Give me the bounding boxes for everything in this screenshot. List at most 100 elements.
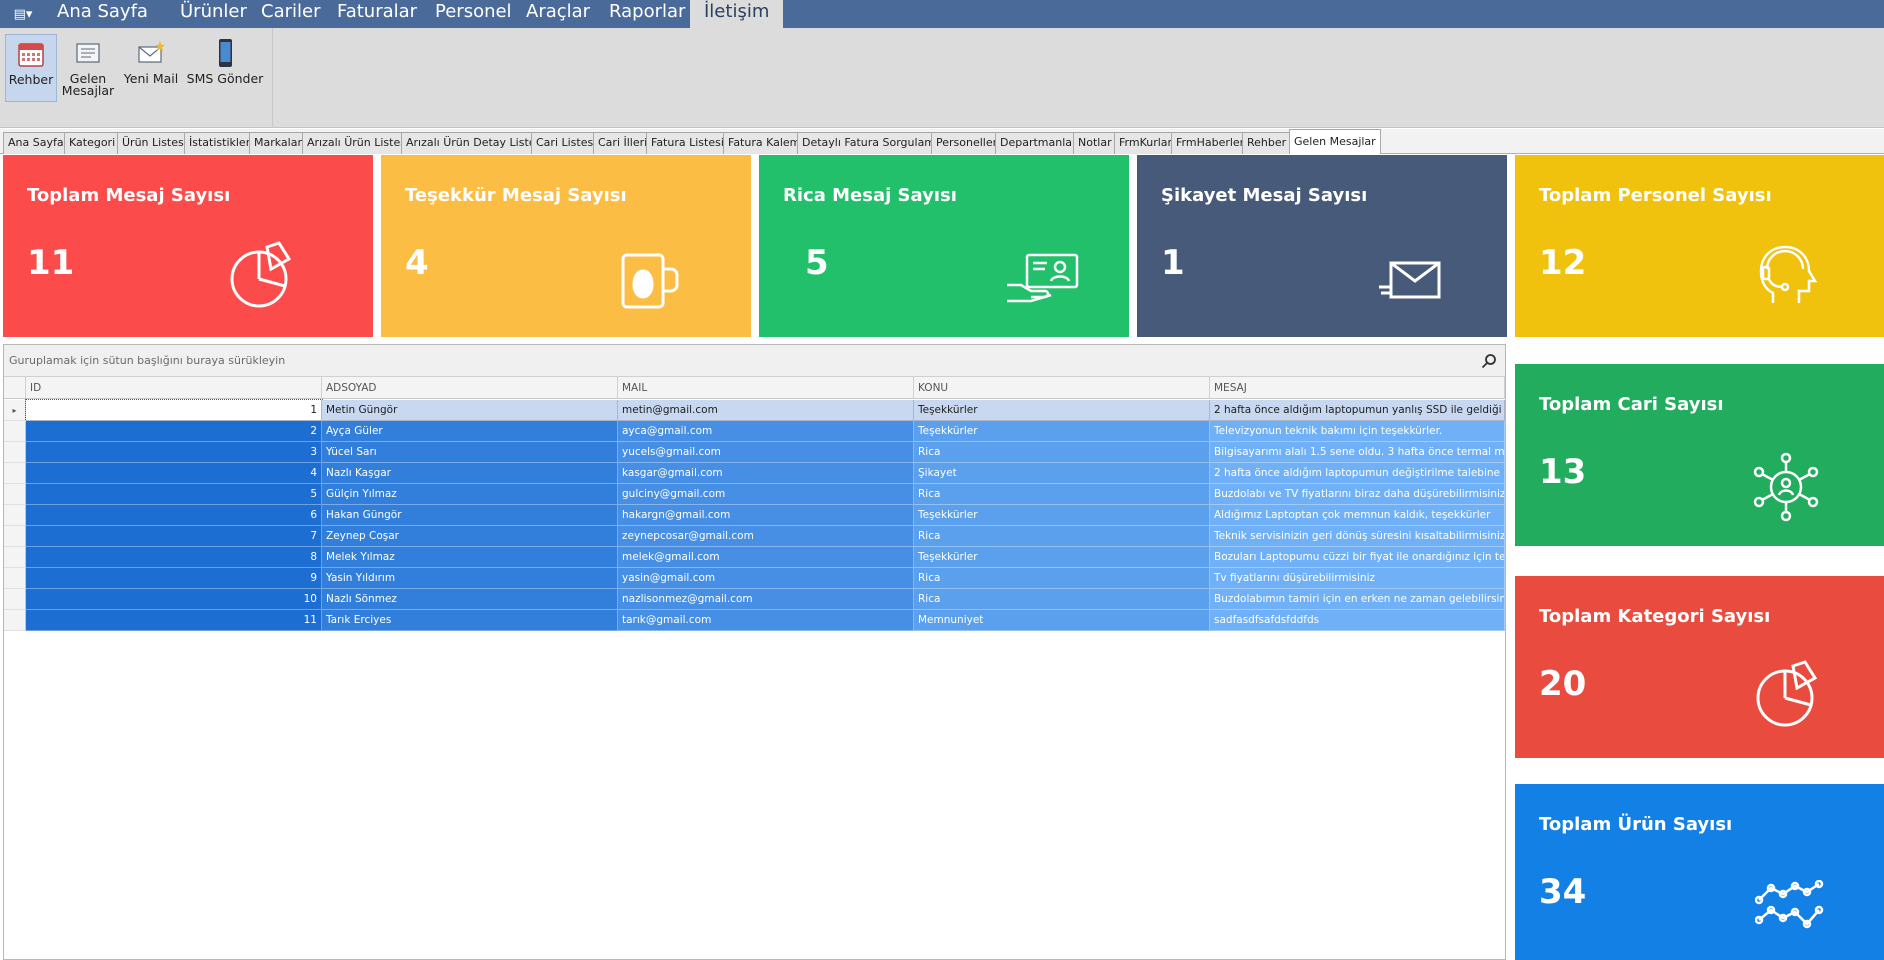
menu-cariler[interactable]: Cariler: [261, 0, 320, 28]
tab-rehber[interactable]: Rehber: [1242, 132, 1292, 154]
cell-konu[interactable]: Rica: [914, 484, 1210, 505]
table-row[interactable]: 11 Tarık Erciyes tarık@gmail.com Memnuniyet…: [4, 610, 1505, 631]
table-row[interactable]: 3 Yücel Sarı yucels@gmail.com Rica Bilgisaya…: [4, 442, 1505, 463]
menu-faturalar[interactable]: Faturalar: [337, 0, 417, 28]
rehber-button[interactable]: Rehber: [5, 34, 57, 102]
row-indicator[interactable]: [4, 568, 26, 589]
menu-iletisim[interactable]: İletişim: [690, 0, 784, 28]
row-indicator[interactable]: ▸: [4, 400, 26, 421]
cell-id[interactable]: 5: [26, 484, 322, 505]
table-row[interactable]: 9 Yasin Yıldırım yasin@gmail.com Rica Tv fiy…: [4, 568, 1505, 589]
cell-adsoyad[interactable]: Melek Yılmaz: [322, 547, 618, 568]
cell-adsoyad[interactable]: Nazlı Kaşgar: [322, 463, 618, 484]
cell-konu[interactable]: Rica: [914, 526, 1210, 547]
cell-adsoyad[interactable]: Hakan Güngör: [322, 505, 618, 526]
table-row[interactable]: 8 Melek Yılmaz melek@gmail.com Teşekkürler B…: [4, 547, 1505, 568]
sms-gonder-button[interactable]: SMS Gönder: [186, 34, 264, 102]
cell-mesaj[interactable]: sadfasdfsafdsfddfds: [1210, 610, 1505, 631]
tab-gelen-mesajlar[interactable]: Gelen Mesajlar: [1289, 129, 1381, 154]
cell-mesaj[interactable]: Televizyonun teknik bakımı için teşekkür…: [1210, 421, 1505, 442]
cell-mesaj[interactable]: Tv fiyatlarını düşürebilirmisiniz: [1210, 568, 1505, 589]
row-indicator[interactable]: [4, 484, 26, 505]
cell-mail[interactable]: zeynepcosar@gmail.com: [618, 526, 914, 547]
table-row[interactable]: 10 Nazlı Sönmez nazlisonmez@gmail.com Rica B…: [4, 589, 1505, 610]
row-indicator[interactable]: [4, 421, 26, 442]
column-header-mesaj[interactable]: MESAJ: [1210, 377, 1505, 399]
cell-mesaj[interactable]: Bozuları Laptopumu cüzzi bir fiyat ile o…: [1210, 547, 1505, 568]
column-header-adsoyad[interactable]: ADSOYAD: [322, 377, 618, 399]
row-indicator[interactable]: [4, 463, 26, 484]
cell-adsoyad[interactable]: Metin Güngör: [322, 400, 618, 421]
column-header-mail[interactable]: MAIL: [618, 377, 914, 399]
cell-adsoyad[interactable]: Ayça Güler: [322, 421, 618, 442]
tab-fatura-kalem[interactable]: Fatura Kalem: [723, 132, 806, 154]
menu-raporlar[interactable]: Raporlar: [609, 0, 685, 28]
tab-arizali-urun-listesi[interactable]: Arızalı Ürün Listesi: [302, 132, 415, 154]
cell-mail[interactable]: gulciny@gmail.com: [618, 484, 914, 505]
cell-konu[interactable]: Rica: [914, 589, 1210, 610]
cell-id[interactable]: 6: [26, 505, 322, 526]
tab-arizali-urun-detay-listesi[interactable]: Arızalı Ürün Detay Listesi: [401, 132, 550, 154]
cell-id[interactable]: 9: [26, 568, 322, 589]
cell-id[interactable]: 8: [26, 547, 322, 568]
row-indicator[interactable]: [4, 505, 26, 526]
cell-mail[interactable]: tarık@gmail.com: [618, 610, 914, 631]
gelen-mesajlar-button[interactable]: Gelen Mesajlar: [60, 34, 116, 102]
tab-notlar[interactable]: Notlar: [1073, 132, 1117, 154]
table-row[interactable]: 4 Nazlı Kaşgar kasgar@gmail.com Şikayet 2 ha…: [4, 463, 1505, 484]
cell-id[interactable]: 1: [25, 399, 323, 422]
cell-adsoyad[interactable]: Tarık Erciyes: [322, 610, 618, 631]
cell-adsoyad[interactable]: Gülçin Yılmaz: [322, 484, 618, 505]
cell-mesaj[interactable]: 2 hafta önce aldığım laptopumun değiştir…: [1210, 463, 1505, 484]
application-menu-button[interactable]: ▤▾: [6, 4, 40, 24]
menu-personel[interactable]: Personel: [435, 0, 512, 28]
cell-mail[interactable]: metin@gmail.com: [618, 400, 914, 421]
cell-adsoyad[interactable]: Yasin Yıldırım: [322, 568, 618, 589]
tab-istatistikler[interactable]: İstatistikler: [184, 132, 256, 154]
cell-adsoyad[interactable]: Zeynep Coşar: [322, 526, 618, 547]
cell-konu[interactable]: Memnuniyet: [914, 610, 1210, 631]
tab-detayli-fatura-sorgulama[interactable]: Detaylı Fatura Sorgulama: [797, 132, 947, 154]
tab-frmkurlar[interactable]: FrmKurlar: [1114, 132, 1178, 154]
cell-mail[interactable]: yucels@gmail.com: [618, 442, 914, 463]
cell-konu[interactable]: Rica: [914, 568, 1210, 589]
table-row[interactable]: 7 Zeynep Coşar zeynepcosar@gmail.com Rica Te…: [4, 526, 1505, 547]
cell-konu[interactable]: Rica: [914, 442, 1210, 463]
cell-mesaj[interactable]: Bilgisayarımı alalı 1.5 sene oldu. 3 haf…: [1210, 442, 1505, 463]
column-header-id[interactable]: ID: [26, 377, 322, 399]
row-indicator[interactable]: [4, 547, 26, 568]
table-row[interactable]: 2 Ayça Güler ayca@gmail.com Teşekkürler Tele…: [4, 421, 1505, 442]
cell-mail[interactable]: hakargn@gmail.com: [618, 505, 914, 526]
tab-cari-listesi[interactable]: Cari Listesi: [531, 132, 602, 154]
row-indicator[interactable]: [4, 526, 26, 547]
cell-id[interactable]: 4: [26, 463, 322, 484]
group-panel[interactable]: Guruplamak için sütun başlığını buraya s…: [4, 345, 1505, 377]
tab-ana-sayfa[interactable]: Ana Sayfa: [3, 132, 69, 154]
cell-id[interactable]: 11: [26, 610, 322, 631]
tab-fatura-listesi[interactable]: Fatura Listesi: [646, 132, 729, 154]
cell-mesaj[interactable]: Aldığımız Laptoptan çok memnun kaldık, t…: [1210, 505, 1505, 526]
row-indicator[interactable]: [4, 589, 26, 610]
cell-mesaj[interactable]: Teknik servisinizin geri dönüş süresini …: [1210, 526, 1505, 547]
yeni-mail-button[interactable]: Yeni Mail: [120, 34, 182, 102]
cell-id[interactable]: 3: [26, 442, 322, 463]
cell-mail[interactable]: nazlisonmez@gmail.com: [618, 589, 914, 610]
tab-cari-illeri[interactable]: Cari İlleri: [593, 132, 653, 154]
cell-mail[interactable]: kasgar@gmail.com: [618, 463, 914, 484]
cell-adsoyad[interactable]: Nazlı Sönmez: [322, 589, 618, 610]
tab-frmhaberler[interactable]: FrmHaberler: [1171, 132, 1250, 154]
table-row[interactable]: 6 Hakan Güngör hakargn@gmail.com Teşekkürle…: [4, 505, 1505, 526]
table-row[interactable]: ▸ 1 Metin Güngör metin@gmail.com Teşekkürler…: [4, 399, 1505, 422]
tab-departmanlar[interactable]: Departmanlar: [995, 132, 1082, 154]
cell-mesaj[interactable]: Buzdolabı ve TV fiyatlarını biraz daha d…: [1210, 484, 1505, 505]
cell-mail[interactable]: ayca@gmail.com: [618, 421, 914, 442]
tab-personeller[interactable]: Personeller: [931, 132, 1003, 154]
cell-konu[interactable]: Teşekkürler: [914, 400, 1210, 421]
cell-konu[interactable]: Teşekkürler: [914, 421, 1210, 442]
menu-araclar[interactable]: Araçlar: [526, 0, 590, 28]
cell-id[interactable]: 7: [26, 526, 322, 547]
cell-mesaj[interactable]: Buzdolabımın tamiri için en erken ne zam…: [1210, 589, 1505, 610]
row-indicator[interactable]: [4, 610, 26, 631]
row-indicator[interactable]: [4, 442, 26, 463]
cell-id[interactable]: 2: [26, 421, 322, 442]
